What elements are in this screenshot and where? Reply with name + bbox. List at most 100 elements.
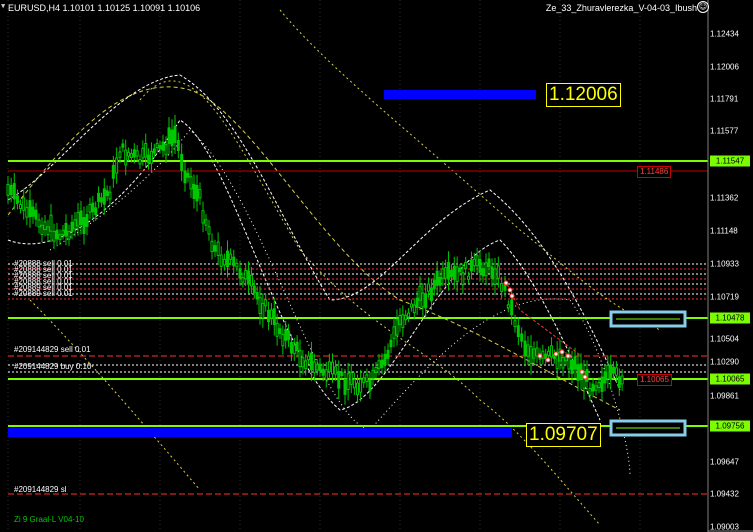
candle-body [46,226,50,236]
lower-blue-bar [8,428,512,437]
candle-body [478,258,482,273]
candle-body [43,221,47,230]
price-tick: 1.09861 [710,391,739,401]
candle-body [496,265,500,279]
candle-body [561,357,565,369]
candle-body [307,355,311,361]
candle-body [213,245,217,252]
candle-body [481,268,485,277]
candle-body [79,210,83,226]
candle-body [475,255,479,267]
candle-body [544,353,548,360]
candle-body [22,197,26,211]
candle-body [407,312,411,318]
candle-body [301,357,305,368]
candle-body [529,346,533,364]
candle-body [359,378,363,393]
expert-name: Ze_33_Zhuravlerezka_V-04-03_Ibush [545,3,697,13]
candle-body [510,299,514,316]
candle-body [472,258,476,267]
candle-body [127,151,131,157]
candle-body [404,314,408,321]
candle-body [94,207,98,216]
candle-body [340,372,344,377]
lower-target-label: 1.09707 [526,423,601,447]
candle-body [493,268,497,285]
candle-body [415,297,419,308]
candle-body [252,285,256,293]
candle-body [324,369,328,381]
candle-body [570,360,574,375]
candle-body [284,328,288,341]
candle-body [216,241,220,256]
candle-body [567,356,571,370]
candle-body [105,190,109,197]
price-tick: 1.11148 [710,226,738,236]
trade-marker [537,353,543,359]
candle-body [88,204,92,213]
candle-body [278,328,282,335]
candle-body [427,283,431,292]
candle-body [82,217,86,235]
candle-body [204,219,208,226]
trade-marker [503,280,509,286]
upper-green-price-label: 1.10478 [710,312,750,324]
candle-body [535,347,539,357]
candle-body [155,143,159,149]
candle-body [241,277,245,283]
candle-body [15,195,19,204]
candle-body [412,304,416,314]
candle-body [469,259,473,272]
candle-body [287,330,291,341]
candle-body [386,349,390,359]
candle-body [398,315,402,325]
candle-body [167,127,171,144]
trade-marker [545,357,551,363]
candle-body [34,209,38,220]
candle-body [255,291,259,300]
candle-body [588,387,592,396]
price-chart[interactable] [0,0,753,532]
candle-body [289,341,293,354]
candle-body [321,368,325,376]
candle-body [368,379,372,392]
candle-body [620,375,624,385]
candle-body [606,364,610,380]
candle-body [295,341,299,352]
candle-body [173,125,177,144]
smiley-icon[interactable]: ☺ [697,1,709,13]
drop-arrow-icon[interactable]: ▼ [1,2,5,10]
candle-body [449,269,453,278]
lower-green-price-label: 1.09756 [710,420,750,432]
candle-body [421,292,425,308]
candle-body [229,253,233,260]
candle-body [238,268,242,279]
candle-body [298,350,302,368]
candle-body [594,385,598,391]
candle-body [304,360,308,370]
candle-body [377,360,381,369]
candle-body [73,219,77,230]
trade-marker [579,369,585,375]
candle-body [464,262,468,269]
candle-body [281,333,285,347]
order-label: #20889 sell 0.01 [14,289,73,298]
candle-body [352,379,356,389]
candle-body [85,213,89,227]
candles-series [6,114,624,405]
candle-body [395,319,399,336]
trade-marker [565,353,571,359]
candle-body [161,141,165,151]
candle-body [334,366,338,375]
candle-body [222,258,226,266]
candle-body [547,350,551,356]
candle-body [487,258,491,268]
ma-channel-far [279,9,661,331]
candle-body [258,296,262,315]
candle-body [195,185,199,202]
candle-body [401,314,405,328]
candle-body [91,202,95,213]
trade-marker [559,349,565,355]
candle-body [380,359,384,368]
candle-body [264,299,268,307]
